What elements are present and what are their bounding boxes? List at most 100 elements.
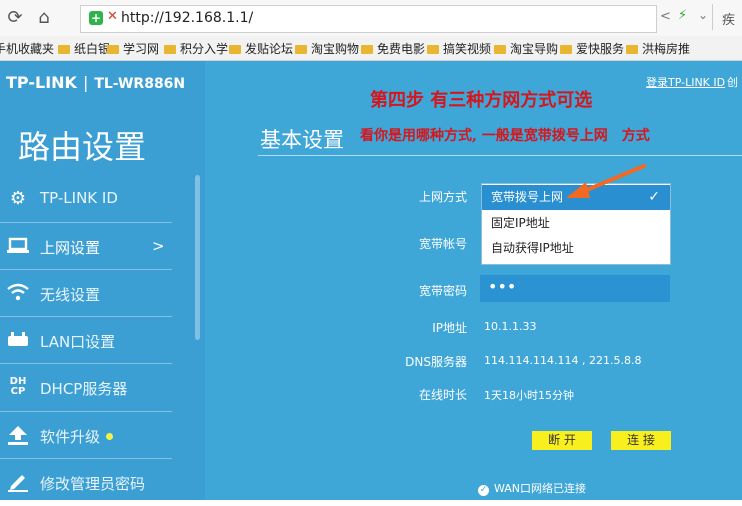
uptime-label: 在线时长: [418, 388, 467, 402]
conn-type-label: 上网方式: [418, 190, 467, 204]
search-engine-text[interactable]: 疾: [722, 9, 735, 28]
section-divider: [258, 155, 742, 156]
wifi-icon: [6, 283, 30, 305]
menu-divider: [0, 363, 172, 364]
option-label: 自动获得IP地址: [491, 241, 574, 255]
page-title: 路由设置: [18, 128, 147, 166]
sidebar-scrollbar[interactable]: [195, 175, 200, 340]
laptop-icon: [6, 236, 30, 258]
menu-divider: [0, 458, 172, 459]
bookmark-item[interactable]: 学习网: [107, 40, 159, 57]
sidebar-item-label: 软件升级: [40, 426, 114, 447]
option-label: 宽带拨号上网: [491, 190, 564, 204]
account-label: 宽带帐号: [418, 237, 467, 251]
bookmarks-bar: 手机收藏夹 纸白银 学习网 积分入学 发贴论坛 淘宝购物 免费电影 搞笑视频 淘…: [0, 36, 742, 61]
divider: [712, 4, 713, 30]
refresh-icon[interactable]: ⟳: [4, 7, 26, 29]
password-label: 宽带密码: [418, 284, 467, 298]
blocked-icon: ✕: [107, 9, 118, 24]
folder-icon: [361, 45, 373, 54]
url-text: http://192.168.1.1/: [121, 10, 254, 26]
dhcp-icon: DH CP: [9, 376, 27, 397]
sidebar-item-lan[interactable]: LAN口设置: [0, 318, 172, 364]
url-field[interactable]: + ✕ http://192.168.1.1/: [80, 5, 657, 33]
update-dot-icon: [106, 433, 114, 440]
folder-icon: [626, 45, 638, 54]
check-circle-icon: ✓: [478, 485, 489, 496]
sidebar-item-tplink-id[interactable]: ⚙ TP-LINK ID: [0, 176, 172, 222]
bookmark-item[interactable]: 爱快服务: [560, 40, 624, 57]
annotation-step: 第四步 有三种方网方式可选: [370, 90, 593, 111]
menu-divider: [0, 411, 172, 412]
home-icon[interactable]: ⌂: [33, 7, 55, 29]
folder-icon: [560, 45, 572, 54]
bookmark-item[interactable]: 搞笑视频: [427, 40, 491, 57]
sidebar-item-label: DHCP服务器: [40, 380, 128, 398]
bookmark-item[interactable]: 发贴论坛: [229, 40, 293, 57]
dns-value: 114.114.114.114 , 221.5.8.8: [484, 354, 642, 367]
logo-separator: |: [82, 73, 89, 92]
disconnect-button[interactable]: 断 开: [532, 431, 592, 450]
password-field[interactable]: •••: [480, 275, 670, 302]
bookmark-item[interactable]: 积分入学: [164, 40, 228, 57]
folder-icon: [164, 45, 176, 54]
bookmark-label: 纸白银: [74, 42, 111, 56]
sidebar-item-dhcp[interactable]: DH CP DHCP服务器: [0, 365, 172, 411]
option-static-ip[interactable]: 固定IP地址: [482, 211, 670, 236]
router-icon: [6, 330, 30, 352]
sidebar-item-label: TP-LINK ID: [40, 189, 118, 207]
uptime-value: 1天18小时15分钟: [484, 389, 574, 402]
folder-icon: [494, 45, 506, 54]
ip-label: IP地址: [432, 321, 467, 335]
sidebar-item-label: LAN口设置: [40, 333, 116, 351]
folder-icon: [427, 45, 439, 54]
sidebar-item-internet[interactable]: 上网设置 >: [0, 224, 172, 270]
lightning-icon[interactable]: ⚡: [678, 8, 687, 23]
ip-value: 10.1.1.33: [484, 320, 537, 333]
folder-icon: [58, 45, 70, 54]
bookmark-label: 爱快服务: [576, 42, 625, 56]
folder-icon: [107, 45, 119, 54]
bookmark-item[interactable]: 手机收藏夹: [0, 40, 54, 57]
sidebar-item-label: 无线设置: [40, 286, 101, 304]
sidebar-item-label-text: 软件升级: [40, 428, 101, 446]
option-label: 固定IP地址: [491, 216, 550, 230]
browser-address-bar: ⟳ ⌂ + ✕ http://192.168.1.1/ < ⚡ ⌄ 疾: [0, 0, 742, 37]
bookmark-label: 淘宝导购: [510, 42, 559, 56]
menu-divider: [0, 316, 172, 317]
secure-shield-icon: +: [89, 11, 103, 25]
menu-divider: [0, 269, 172, 270]
login-tplink-id-link[interactable]: 登录TP-LINK ID: [646, 74, 725, 90]
annotation-arrow-icon: [566, 164, 646, 198]
create-link[interactable]: 创: [727, 74, 738, 90]
option-dhcp[interactable]: 自动获得IP地址: [482, 236, 670, 261]
menu-divider: [0, 222, 172, 223]
folder-icon: [295, 45, 307, 54]
bookmark-label: 发贴论坛: [245, 42, 294, 56]
bookmark-label: 洪梅房推: [642, 42, 691, 56]
edit-icon: [6, 472, 30, 494]
bookmark-item[interactable]: 纸白银: [58, 40, 110, 57]
bookmark-label: 免费电影: [377, 42, 426, 56]
password-value: •••: [488, 277, 517, 296]
sidebar-item-upgrade[interactable]: 软件升级: [0, 413, 172, 459]
sidebar-item-wireless[interactable]: 无线设置: [0, 271, 172, 317]
chevron-down-icon[interactable]: ⌄: [698, 8, 708, 22]
bookmark-label: 学习网: [123, 42, 160, 56]
upload-icon: [6, 425, 30, 447]
sidebar-item-admin-password[interactable]: 修改管理员密码: [0, 460, 172, 506]
section-title: 基本设置: [260, 128, 344, 152]
chevron-right-icon: >: [152, 237, 165, 255]
bookmark-item[interactable]: 洪梅房推: [626, 40, 690, 57]
sidebar-item-label: 上网设置: [40, 239, 101, 257]
wan-status: ✓ WAN口网络已连接: [478, 480, 586, 496]
bookmark-item[interactable]: 淘宝导购: [494, 40, 558, 57]
dns-label: DNS服务器: [405, 355, 467, 369]
bookmark-item[interactable]: 淘宝购物: [295, 40, 359, 57]
share-icon[interactable]: <: [660, 9, 671, 24]
connect-button[interactable]: 连 接: [611, 431, 671, 450]
bookmark-label: 手机收藏夹: [0, 42, 55, 56]
bookmark-item[interactable]: 免费电影: [361, 40, 425, 57]
check-icon: ✓: [648, 189, 660, 205]
tplink-logo: TP-LINK | TL-WR886N: [6, 73, 185, 92]
